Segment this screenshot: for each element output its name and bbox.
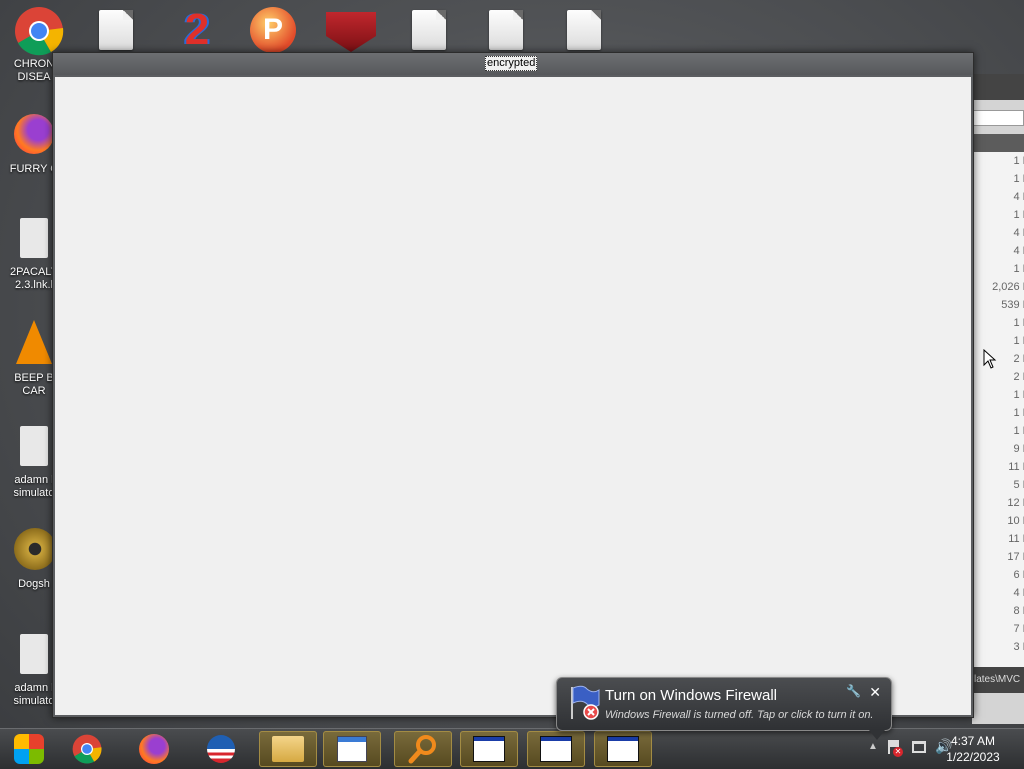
file-size-cell[interactable]: 11 K: [972, 530, 1024, 548]
taskbar-chrome[interactable]: [58, 731, 116, 767]
file-size-cell[interactable]: 4 K: [972, 242, 1024, 260]
p-logo-icon[interactable]: P: [250, 7, 296, 53]
file-size-cell[interactable]: 6 K: [972, 566, 1024, 584]
file-size-cell[interactable]: 2 K: [972, 350, 1024, 368]
background-explorer-window[interactable]: 1 K1 K4 K1 K4 K4 K1 K2,026 K539 K1 K1 K2…: [972, 74, 1024, 724]
taskbar-document-viewer[interactable]: [323, 731, 381, 767]
window-titlebar[interactable]: encrypted: [53, 53, 973, 75]
network-icon[interactable]: [912, 741, 926, 753]
notification-title[interactable]: Turn on Windows Firewall: [605, 687, 777, 704]
file-size-cell[interactable]: 1 K: [972, 260, 1024, 278]
taskbar-obama-app[interactable]: [192, 731, 250, 767]
address-bar[interactable]: [972, 110, 1024, 126]
file-icon[interactable]: [489, 10, 523, 50]
file-size-cell[interactable]: 3 K: [972, 638, 1024, 656]
file-size-cell[interactable]: 1 K: [972, 314, 1024, 332]
file-size-cell[interactable]: 5 K: [972, 476, 1024, 494]
file-size-cell[interactable]: 1 K: [972, 404, 1024, 422]
notification-options-icon[interactable]: 🔧: [846, 684, 861, 698]
clock-time: 4:37 AM: [950, 734, 996, 748]
shield-icon[interactable]: [326, 12, 376, 52]
media-center-icon: [14, 734, 44, 764]
notification-message[interactable]: Windows Firewall is turned off. Tap or c…: [605, 709, 874, 721]
window-content-area[interactable]: [55, 77, 971, 715]
taskbar-window-1[interactable]: [460, 731, 518, 767]
taskbar-search[interactable]: [394, 731, 452, 767]
mouse-cursor-icon: [983, 349, 997, 369]
status-path: lates\MVC: [972, 667, 1024, 693]
window-icon: [607, 736, 639, 762]
close-icon[interactable]: ✕: [869, 684, 881, 701]
window-title: encrypted: [485, 56, 538, 71]
clock[interactable]: 4:37 AM 1/22/2023: [938, 733, 1008, 765]
firewall-warning-icon: [571, 685, 600, 720]
window-icon: [473, 736, 505, 762]
number-2-icon[interactable]: 2: [176, 8, 218, 52]
file-size-cell[interactable]: 4 K: [972, 584, 1024, 602]
file-size-cell[interactable]: 1 K: [972, 152, 1024, 170]
clock-date: 1/22/2023: [946, 750, 1000, 764]
taskbar-media-center[interactable]: [0, 731, 58, 767]
file-size-cell[interactable]: 1 K: [972, 386, 1024, 404]
taskbar-file-explorer[interactable]: [259, 731, 317, 767]
firefox-icon: [14, 114, 54, 154]
file-icon[interactable]: [567, 10, 601, 50]
file-size-cell[interactable]: 4 K: [972, 224, 1024, 242]
search-icon: [408, 735, 436, 764]
file-size-cell[interactable]: 9 K: [972, 440, 1024, 458]
file-size-cell[interactable]: 17 K: [972, 548, 1024, 566]
file-size-cell[interactable]: 2 K: [972, 368, 1024, 386]
file-size-cell[interactable]: 12 K: [972, 494, 1024, 512]
firewall-notification-balloon[interactable]: Turn on Windows Firewall Windows Firewal…: [556, 677, 892, 740]
file-size-cell[interactable]: 7 K: [972, 620, 1024, 638]
file-icon[interactable]: [99, 10, 133, 50]
window-icon: [540, 736, 572, 762]
obama-logo-icon: [207, 735, 235, 763]
file-size-cell[interactable]: 1 K: [972, 206, 1024, 224]
file-list[interactable]: 1 K1 K4 K1 K4 K4 K1 K2,026 K539 K1 K1 K2…: [972, 152, 1024, 667]
file-size-cell[interactable]: 1 K: [972, 170, 1024, 188]
column-header[interactable]: [972, 134, 1024, 152]
taskbar-window-2[interactable]: [527, 731, 585, 767]
show-hidden-icons-icon[interactable]: ▲: [868, 741, 878, 752]
taskbar-firefox[interactable]: [125, 731, 183, 767]
file-size-cell[interactable]: 2,026 K: [972, 278, 1024, 296]
file-explorer-icon: [272, 736, 304, 762]
disc-icon: [14, 528, 56, 570]
document-viewer-icon: [337, 736, 367, 762]
file-icon[interactable]: [412, 10, 446, 50]
file-size-cell[interactable]: 1 K: [972, 422, 1024, 440]
file-size-cell[interactable]: 8 K: [972, 602, 1024, 620]
file-icon: [20, 634, 48, 674]
vlc-icon: [16, 320, 52, 364]
action-center-warning-icon[interactable]: ✕: [888, 740, 903, 757]
file-icon: [20, 426, 48, 466]
file-size-cell[interactable]: 11 K: [972, 458, 1024, 476]
file-icon: [20, 218, 48, 258]
file-size-cell[interactable]: 10 K: [972, 512, 1024, 530]
file-size-cell[interactable]: 4 K: [972, 188, 1024, 206]
firefox-icon: [139, 734, 169, 764]
encrypted-window[interactable]: encrypted: [52, 52, 974, 718]
file-size-cell[interactable]: 539 K: [972, 296, 1024, 314]
window-titlebar[interactable]: [972, 74, 1024, 100]
file-size-cell[interactable]: 1 K: [972, 332, 1024, 350]
chrome-icon: [72, 734, 102, 764]
taskbar-window-3[interactable]: [594, 731, 652, 767]
